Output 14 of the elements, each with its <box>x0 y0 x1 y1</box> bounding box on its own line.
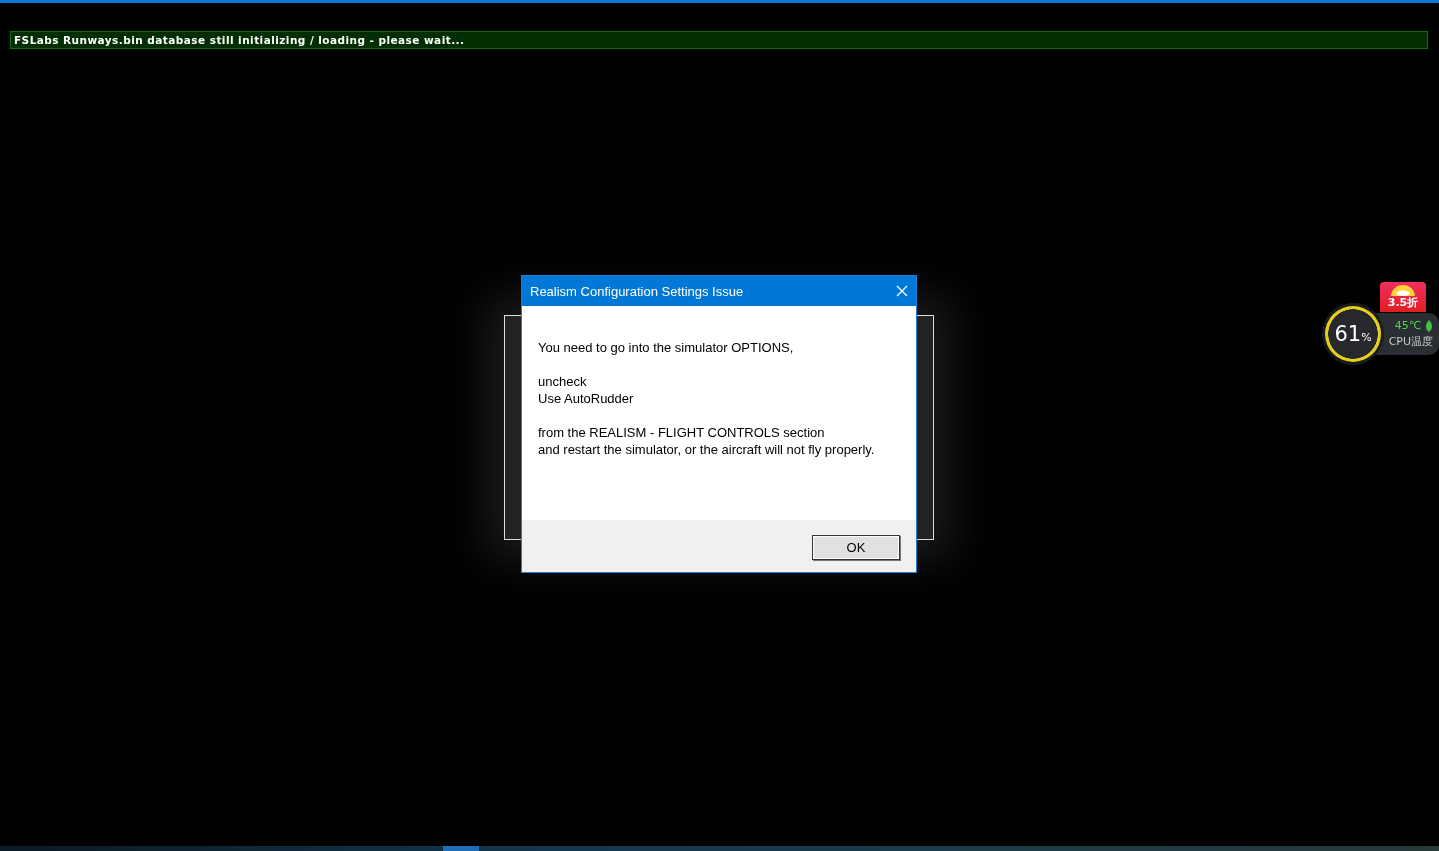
message-text: You need to go into the simulator OPTIONS, <box>538 339 794 356</box>
cpu-usage-value: 61% <box>1334 322 1372 346</box>
message-text: uncheck <box>538 373 587 390</box>
leaf-icon <box>1425 319 1433 332</box>
message-text: and restart the simulator, or the aircraft will not fly properly. <box>538 441 875 458</box>
temperature-text: 45℃ <box>1394 319 1421 332</box>
loading-status-bar: FSLabs Runways.bin database still initializing / loading - please wait... <box>10 31 1428 49</box>
cpu-label: CPU温度 <box>1388 334 1433 349</box>
message-text: from the REALISM - FLIGHT CONTROLS section <box>538 424 825 441</box>
message-text: Use AutoRudder <box>538 390 634 407</box>
dialog-title: Realism Configuration Settings Issue <box>530 283 745 299</box>
close-icon[interactable] <box>896 285 908 297</box>
discount-badge[interactable]: 3.5折 <box>1380 282 1426 312</box>
ok-button[interactable]: OK <box>812 534 900 560</box>
